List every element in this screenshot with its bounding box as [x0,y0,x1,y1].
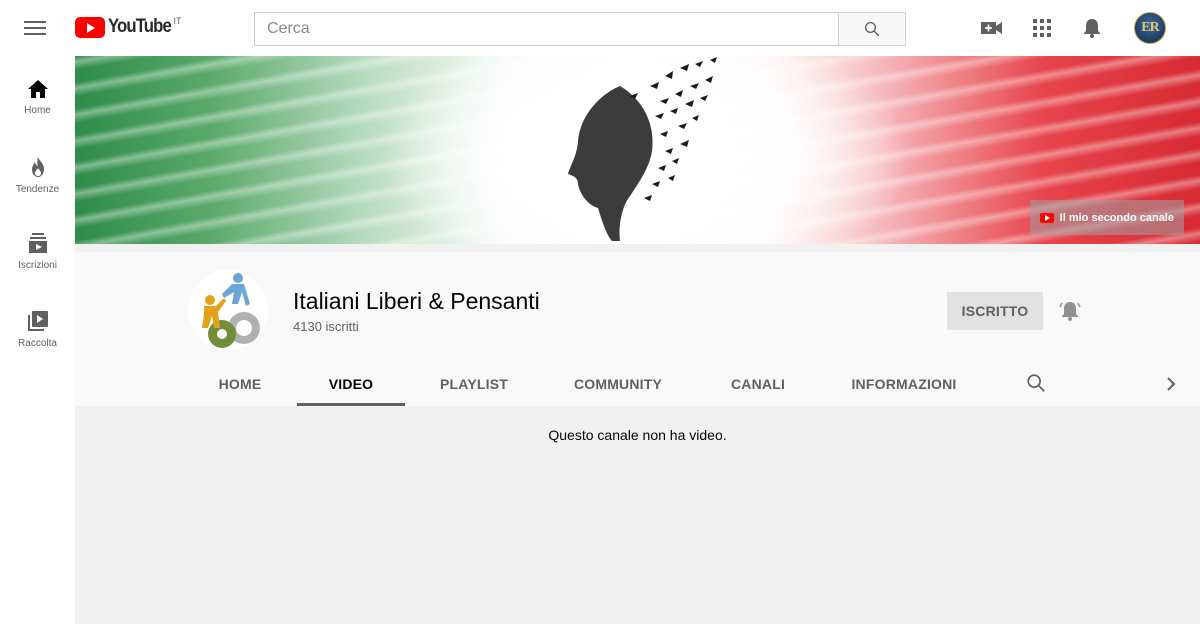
channel-banner: Il mio secondo canale [75,56,1200,244]
sidebar-item-label: Iscrizioni [18,260,57,271]
avatar-initials: ER [1141,20,1159,35]
bell-icon [1084,19,1100,38]
country-code: IT [173,16,182,26]
apps-button[interactable] [1030,16,1054,40]
apps-grid-icon [1033,19,1051,37]
tab-home[interactable]: HOME [210,362,270,406]
bell-ringing-icon [1059,302,1081,321]
sidebar-item-trending[interactable]: Tendenze [0,133,75,207]
logo-text: YouTube [108,16,172,37]
notifications-button[interactable] [1080,16,1104,40]
youtube-icon [1039,212,1054,223]
second-channel-label: Il mio secondo canale [1059,211,1174,224]
sidebar-item-home[interactable]: Home [0,56,75,130]
empty-videos-message: Questo canale non ha video. [548,427,727,443]
user-avatar[interactable]: ER [1134,12,1166,44]
youtube-play-icon [75,17,105,38]
video-camera-plus-icon [981,22,1002,34]
search-icon [1027,374,1045,392]
tab-video[interactable]: VIDEO [297,362,405,406]
search-icon [864,21,880,37]
subscribe-button[interactable]: ISCRITTO [947,292,1043,330]
mini-guide: Home Tendenze Iscrizioni Raccolta [0,56,75,624]
channel-tabs: HOME VIDEO PLAYLIST COMMUNITY CANALI INF… [75,362,1200,406]
home-icon [27,80,48,98]
menu-icon[interactable] [24,18,46,38]
flame-icon [31,157,44,177]
birds-head-illustration [568,57,717,241]
search-button[interactable] [838,12,906,46]
sidebar-item-label: Raccolta [18,338,57,349]
tab-community[interactable]: COMMUNITY [563,362,673,406]
masthead: YouTube IT ER [0,0,1200,56]
tab-playlist[interactable]: PLAYLIST [430,362,518,406]
channel-avatar[interactable] [188,270,268,350]
sidebar-item-label: Home [24,105,51,116]
sidebar-item-library[interactable]: Raccolta [0,287,75,361]
second-channel-link[interactable]: Il mio secondo canale [1029,200,1184,235]
channel-name: Italiani Liberi & Pensanti [293,288,540,314]
channel-search-button[interactable] [1025,372,1049,396]
helping-hands-gears-logo [202,273,260,348]
tabs-scroll-right-button[interactable] [1161,374,1181,394]
search-bar [254,12,906,46]
tab-informazioni[interactable]: INFORMAZIONI [845,362,963,406]
tab-canali[interactable]: CANALI [718,362,798,406]
chevron-right-icon [1167,377,1176,391]
notification-bell-button[interactable] [1057,298,1083,324]
create-video-button[interactable] [980,16,1004,40]
library-icon [27,311,48,331]
youtube-logo[interactable]: YouTube IT [75,16,181,40]
sidebar-item-subscriptions[interactable]: Iscrizioni [0,209,75,283]
subscriber-count: 4130 iscritti [293,319,359,334]
search-input[interactable] [254,12,838,46]
channel-header: Italiani Liberi & Pensanti 4130 iscritti… [75,252,1200,406]
sidebar-item-label: Tendenze [15,184,60,195]
subscriptions-icon [28,233,47,253]
